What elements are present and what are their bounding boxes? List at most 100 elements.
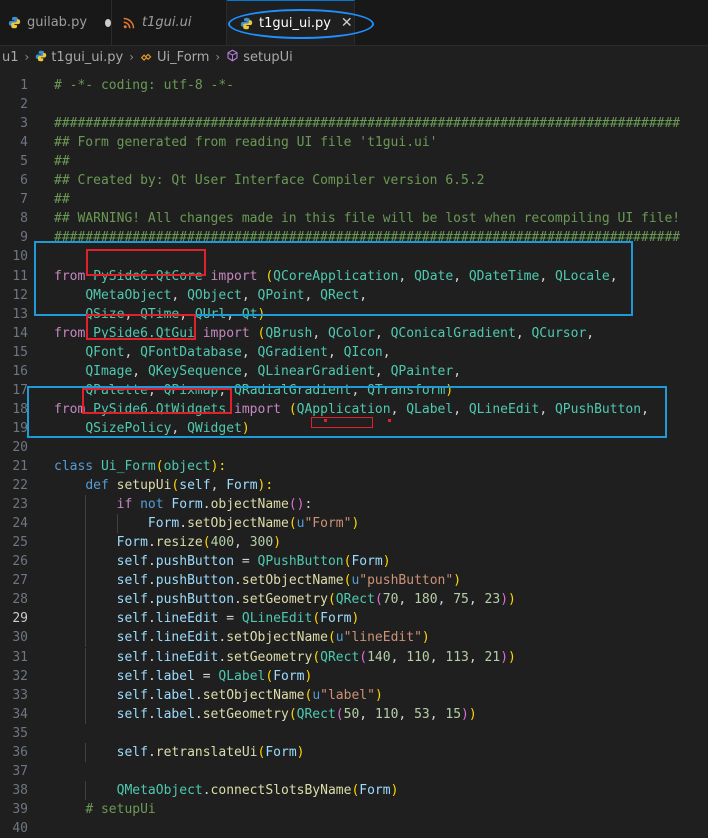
code-token: setObjectName: [187, 516, 289, 531]
code-token: QLineEdit: [241, 611, 313, 626]
code-token: QMetaObject: [85, 288, 172, 303]
breadcrumb-item-class[interactable]: Ui_Form: [140, 50, 209, 65]
code-token: QKeySequence: [147, 364, 242, 379]
code-line[interactable]: 5 ##: [0, 152, 708, 171]
code-token: .: [194, 688, 203, 703]
code-line[interactable]: 22 def setupUi(self, Form):: [0, 476, 708, 495]
code-token: .: [202, 497, 211, 512]
code-line[interactable]: 28 self.pushButton.setGeometry(QRect(70,…: [0, 590, 708, 609]
code-text: self.retranslateUi(Form): [54, 743, 305, 762]
code-line[interactable]: 21 class Ui_Form(object):: [0, 457, 708, 476]
line-number: 30: [12, 630, 28, 645]
breadcrumb-item-method[interactable]: setupUi: [226, 49, 293, 65]
code-line[interactable]: 23 if not Form.objectName():: [0, 495, 708, 514]
breadcrumb-item-folder[interactable]: u1: [2, 50, 19, 65]
code-token: ): [421, 630, 430, 645]
code-line[interactable]: 35: [0, 724, 708, 743]
code-token: ,: [124, 307, 141, 322]
code-editor[interactable]: 1 # -*- coding: utf-8 -*- 2 3 ##############…: [0, 68, 708, 836]
code-token: QImage: [85, 364, 133, 379]
code-line[interactable]: 26 self.pushButton = QPushButton(Form): [0, 552, 708, 571]
tab-label: guilab.py: [27, 15, 88, 30]
code-token: Form: [116, 535, 148, 550]
breadcrumb-label: setupUi: [243, 49, 293, 65]
code-line[interactable]: 4 ## Form generated from reading UI file …: [0, 133, 708, 152]
code-token: (: [312, 650, 321, 665]
code-line[interactable]: 32 self.label = QLabel(Form): [0, 667, 708, 686]
code-token: ,: [539, 269, 555, 284]
tab-t1gui-ui[interactable]: t1gui.ui: [112, 0, 227, 45]
code-line[interactable]: 30 self.lineEdit.setObjectName(u"lineEdi…: [0, 628, 708, 647]
code-token: Form: [359, 783, 391, 798]
close-icon[interactable]: ✕: [341, 15, 353, 31]
code-line[interactable]: 1 # -*- coding: utf-8 -*-: [0, 76, 708, 95]
code-line[interactable]: 25 Form.resize(400, 300): [0, 533, 708, 552]
code-line[interactable]: 36 self.retranslateUi(Form): [0, 743, 708, 762]
code-token: QUrl: [194, 307, 227, 322]
code-token: QSize: [85, 307, 125, 322]
code-line[interactable]: 39 # setupUi: [0, 800, 708, 819]
code-token: class: [54, 459, 101, 474]
chevron-right-icon: ›: [24, 50, 30, 64]
code-line[interactable]: 13 QSize, QTime, QUrl, Qt): [0, 305, 708, 324]
code-token: ## Form generated from reading UI file '…: [54, 135, 438, 150]
code-line[interactable]: 34 self.label.setGeometry(QRect(50, 110,…: [0, 705, 708, 724]
class-icon: [140, 50, 153, 65]
code-token: QApplication: [296, 402, 391, 417]
code-line[interactable]: 7 ##: [0, 190, 708, 209]
code-line[interactable]: 18 from PySide6.QtWidgets import (QApplic…: [0, 400, 708, 419]
code-token: "lineEdit": [343, 630, 422, 645]
code-line[interactable]: 27 self.pushButton.setObjectName(u"pushB…: [0, 571, 708, 590]
code-line[interactable]: 8 ## WARNING! All changes made in this fi…: [0, 209, 708, 228]
breadcrumb-item-file[interactable]: t1gui_ui.py: [35, 50, 123, 65]
code-line[interactable]: 40: [0, 819, 708, 838]
code-token: ,: [374, 326, 391, 341]
code-token: (: [359, 650, 368, 665]
code-line[interactable]: 12 QMetaObject, QObject, QPoint, QRect,: [0, 286, 708, 305]
code-line[interactable]: 19 QSizePolicy, QWidget): [0, 419, 708, 438]
code-token: QBrush: [265, 326, 313, 341]
code-line[interactable]: 17 QPalette, QPixmap, QRadialGradient, Q…: [0, 381, 708, 400]
line-number: 5: [20, 154, 28, 169]
tab-guilab-py[interactable]: guilab.py: [0, 0, 112, 45]
unsaved-dot-icon[interactable]: [105, 18, 111, 27]
code-line[interactable]: 24 Form.setObjectName(u"Form"): [0, 514, 708, 533]
breadcrumb-label: Ui_Form: [157, 49, 210, 65]
code-line[interactable]: 37: [0, 762, 708, 781]
code-token: self: [116, 707, 148, 722]
code-line[interactable]: 6 ## Created by: Qt User Interface Compil…: [0, 171, 708, 190]
code-line[interactable]: 9 #######################################…: [0, 228, 708, 247]
code-line[interactable]: 29 self.lineEdit = QLineEdit(Form): [0, 609, 708, 628]
code-token: QColor: [327, 326, 375, 341]
code-token: ,: [132, 364, 148, 379]
code-token: setupUi: [116, 478, 172, 493]
code-token: QPainter: [390, 364, 454, 379]
code-token: ): [461, 707, 469, 722]
code-line[interactable]: 15 QFont, QFontDatabase, QGradient, QIco…: [0, 343, 708, 362]
code-line[interactable]: 33 self.label.setObjectName(u"label"): [0, 686, 708, 705]
line-number: 22: [12, 478, 28, 493]
line-number: 39: [12, 802, 28, 817]
code-line[interactable]: 31 self.lineEdit.setGeometry(QRect(140, …: [0, 648, 708, 667]
code-line[interactable]: 11 from PySide6.QtCore import (QCoreAppli…: [0, 267, 708, 286]
code-token: ,: [171, 421, 188, 436]
code-line[interactable]: 3 #######################################…: [0, 114, 708, 133]
code-line[interactable]: 16 QImage, QKeySequence, QLinearGradient…: [0, 362, 708, 381]
code-token: QIcon: [343, 345, 383, 360]
code-token: ): [351, 516, 360, 531]
code-line[interactable]: 2: [0, 95, 708, 114]
code-token: (: [155, 459, 164, 474]
code-token: .: [147, 630, 156, 645]
code-token: setGeometry: [241, 592, 328, 607]
code-line[interactable]: 20: [0, 438, 708, 457]
code-line[interactable]: 14 from PySide6.QtGui import (QBrush, QCo…: [0, 324, 708, 343]
code-line[interactable]: 38 QMetaObject.connectSlotsByName(Form): [0, 781, 708, 800]
tab-t1gui-ui-py[interactable]: t1gui_ui.py ✕: [227, 0, 355, 45]
code-token: (): [288, 497, 305, 512]
code-text: self.pushButton = QPushButton(Form): [54, 552, 391, 571]
code-line[interactable]: 10: [0, 247, 708, 266]
line-number: 19: [12, 421, 28, 436]
